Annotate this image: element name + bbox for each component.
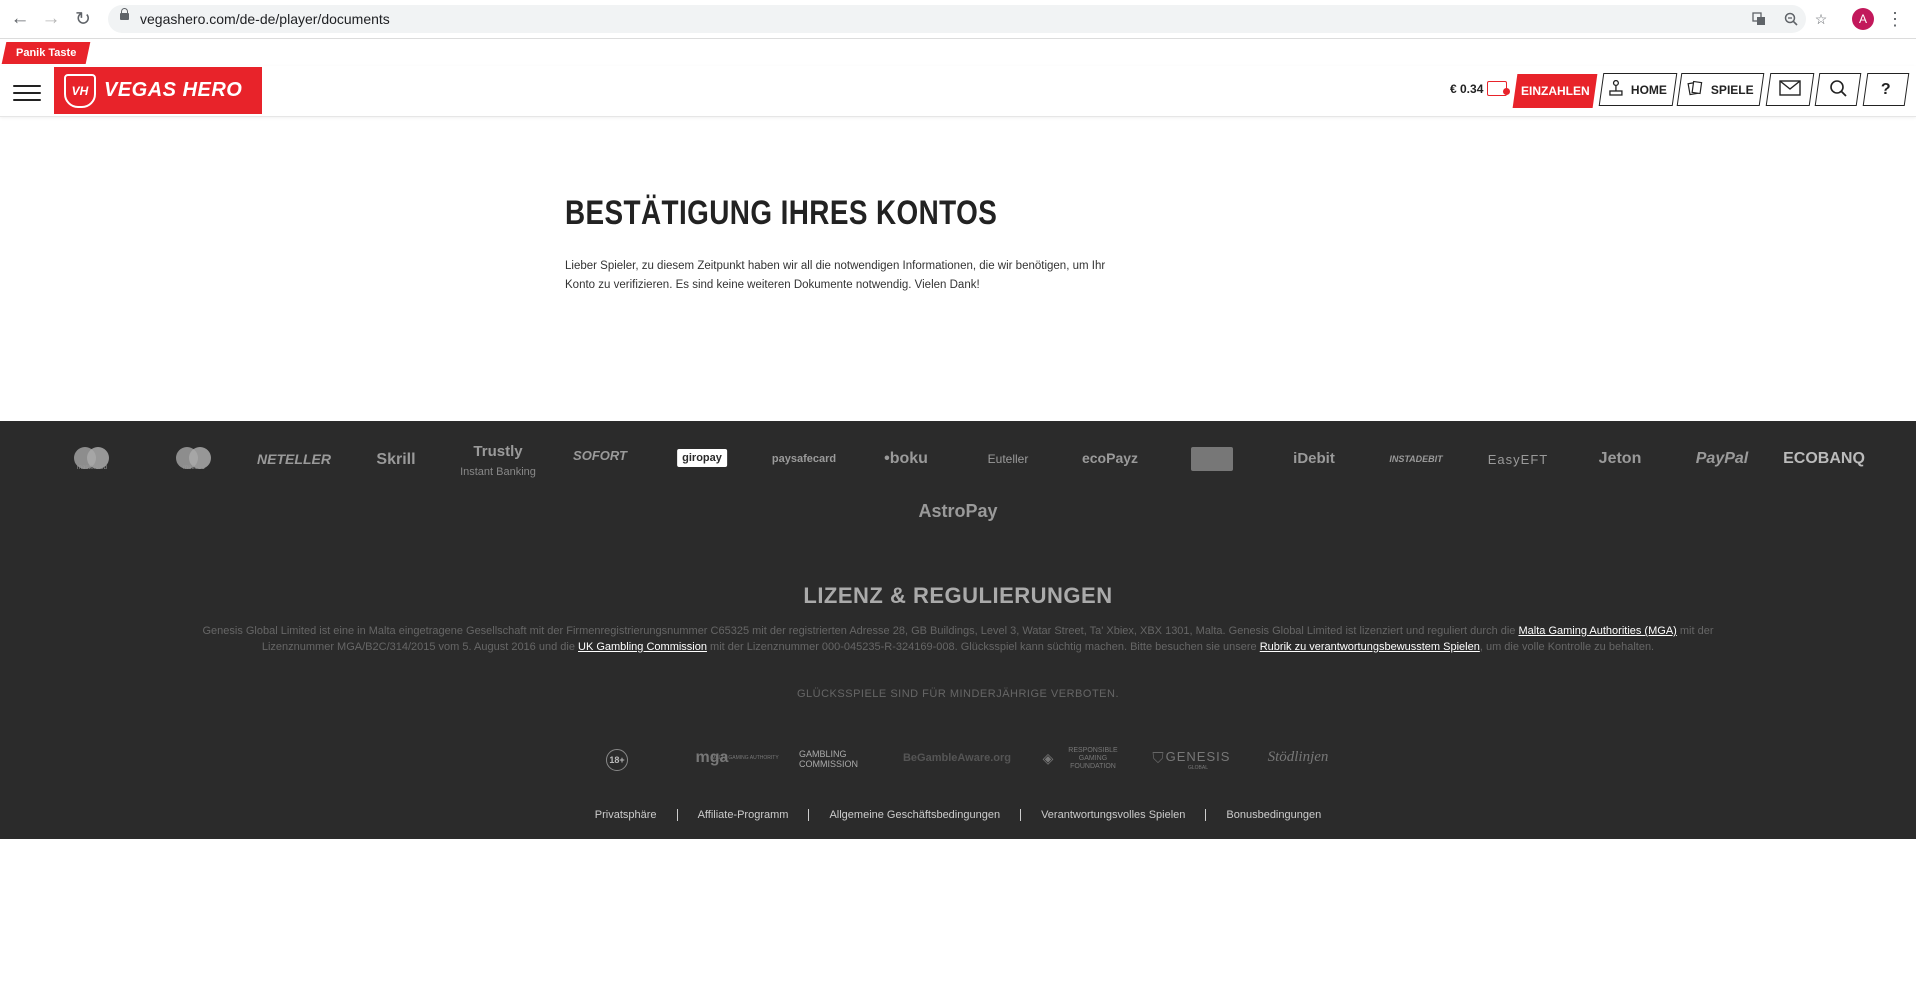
license-text: Genesis Global Limited ist eine in Malta… — [200, 623, 1716, 655]
ecobanq-logo: ECOBANQ — [1783, 450, 1865, 467]
paysafecard-logo: paysafecard — [771, 453, 837, 465]
trustly-sub-label: Instant Banking — [460, 466, 536, 478]
forward-arrow-icon[interactable]: → — [38, 6, 64, 32]
mga-link[interactable]: Malta Gaming Authorities (MGA) — [1518, 625, 1676, 637]
jeton-logo: Jeton — [1598, 450, 1642, 467]
genesis-shield-icon: ⛉ — [1152, 750, 1164, 767]
terms-link[interactable]: Allgemeine Geschäftsbedingungen — [809, 809, 1020, 821]
envelope-icon — [1779, 80, 1801, 99]
ecopayz-logo: ecoPayz — [1081, 450, 1139, 466]
messages-button[interactable] — [1765, 73, 1815, 106]
account-balance[interactable]: € 0.34 — [1450, 82, 1483, 96]
mastercard-label: mastercard — [76, 465, 108, 471]
url-text[interactable]: vegashero.com/de-de/player/documents — [140, 11, 390, 27]
logo-shield-icon: VH — [64, 73, 96, 108]
wallet-icon[interactable] — [1487, 81, 1510, 96]
boku-logo: •boku — [884, 450, 928, 467]
mga-sub-label: MALTA GAMING AUTHORITY — [711, 755, 779, 761]
home-label: HOME — [1631, 82, 1667, 97]
euteller-logo: Euteller — [987, 452, 1029, 466]
menu-icon[interactable] — [13, 85, 41, 101]
lock-icon — [120, 8, 129, 20]
address-bar[interactable]: vegashero.com/de-de/player/documents ☆ — [108, 5, 1827, 33]
license-text-part-1: Genesis Global Limited ist eine in Malta… — [202, 625, 1519, 637]
profile-avatar[interactable]: A — [1852, 8, 1874, 30]
browser-toolbar: ← → ↻ vegashero.com/de-de/player/documen… — [0, 0, 1916, 39]
browser-menu-icon[interactable]: ⋮ — [1886, 8, 1904, 30]
astropay-logo: AstroPay — [918, 501, 998, 521]
trustly-logo: Trustly — [473, 443, 523, 460]
maestro-label: maestro — [183, 465, 205, 471]
site-header: VH VEGAS HERO € 0.34 EINZAHLEN HOME SPIE… — [0, 66, 1916, 117]
license-text-part-3: mit der Lizenznummer 000-045235-R-324169… — [706, 641, 1260, 653]
instadebit-logo: INSTADEBIT — [1389, 454, 1443, 464]
back-arrow-icon[interactable]: ← — [7, 6, 33, 32]
stodlinjen-logo[interactable]: Stödlinjen — [1268, 749, 1329, 766]
begambleaware-logo[interactable]: BeGambleAware.org — [903, 752, 1011, 764]
panic-button[interactable]: Panik Taste — [1, 42, 91, 64]
genesis-sub-label: GLOBAL — [1187, 765, 1209, 771]
zoom-icon[interactable] — [1780, 8, 1802, 30]
minors-notice: GLÜCKSSPIELE SIND FÜR MINDERJÄHRIGE VERB… — [797, 688, 1119, 700]
genesis-logo[interactable]: GENESIS — [1166, 749, 1231, 764]
bookmark-star-icon[interactable]: ☆ — [1810, 8, 1832, 30]
search-button[interactable] — [1814, 73, 1862, 106]
page-title: BESTÄTIGUNG IHRES KONTOS — [565, 194, 998, 232]
footer-links: Privatsphäre Affiliate-Programm Allgemeine… — [0, 809, 1916, 822]
games-button[interactable]: SPIELE — [1676, 73, 1765, 106]
age-18-badge: 18+ — [606, 749, 628, 771]
gambling-commission-logo[interactable]: GAMBLING COMMISSION — [799, 749, 869, 769]
reload-icon[interactable]: ↻ — [70, 6, 96, 32]
privacy-link[interactable]: Privatsphäre — [575, 809, 677, 821]
giropay-logo: giropay — [677, 449, 727, 467]
translate-icon[interactable] — [1748, 8, 1770, 30]
sofort-logo: SOFORT — [573, 448, 627, 463]
neteller-logo: NETELLER — [257, 451, 331, 467]
ukgc-link[interactable]: UK Gambling Commission — [578, 641, 707, 653]
panic-button-label: Panik Taste — [15, 47, 77, 59]
idebit-logo: iDebit — [1293, 450, 1335, 467]
logo-text: VEGAS HERO — [104, 79, 243, 101]
search-icon — [1829, 79, 1847, 100]
deposit-button[interactable]: EINZAHLEN — [1512, 74, 1598, 108]
responsible-gaming-footer-link[interactable]: Verantwortungsvolles Spielen — [1021, 809, 1205, 821]
affiliate-link[interactable]: Affiliate-Programm — [678, 809, 809, 821]
help-button[interactable]: ? — [1862, 73, 1910, 106]
skrill-logo: Skrill — [376, 451, 416, 468]
games-label: SPIELE — [1711, 82, 1754, 97]
license-text-part-4: , um die volle Kontrolle zu behalten. — [1479, 641, 1655, 653]
help-icon: ? — [1881, 80, 1891, 98]
easyeft-logo: EasyEFT — [1487, 452, 1549, 467]
rgf-diamond-icon: ◈ — [1042, 750, 1054, 766]
joystick-icon — [1609, 79, 1623, 100]
confirmation-text: Lieber Spieler, zu diesem Zeitpunkt habe… — [565, 260, 1106, 291]
multibanco-logo — [1191, 447, 1233, 471]
deposit-label: EINZAHLEN — [1520, 84, 1590, 98]
vegas-hero-logo[interactable]: VH VEGAS HERO — [54, 67, 262, 114]
home-button[interactable]: HOME — [1598, 73, 1678, 106]
bonus-terms-link[interactable]: Bonusbedingungen — [1206, 809, 1341, 821]
paypal-logo: PayPal — [1695, 450, 1749, 467]
rgf-logo[interactable]: RESPONSIBLE GAMING FOUNDATION — [1063, 747, 1123, 771]
responsible-gaming-link[interactable]: Rubrik zu verantwortungsbewusstem Spiele… — [1260, 641, 1480, 653]
cards-icon — [1687, 80, 1703, 100]
license-title: LIZENZ & REGULIERUNGEN — [803, 583, 1113, 608]
